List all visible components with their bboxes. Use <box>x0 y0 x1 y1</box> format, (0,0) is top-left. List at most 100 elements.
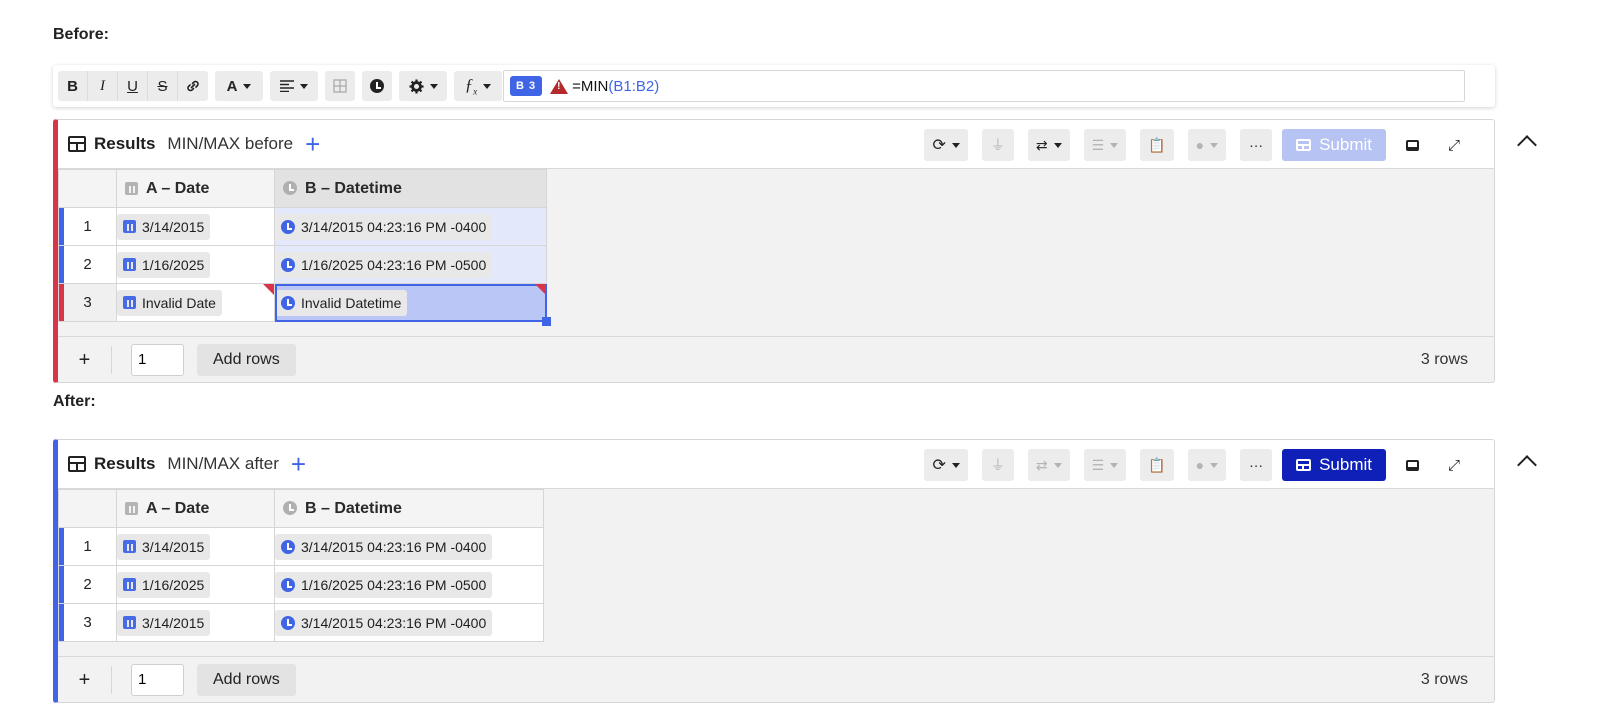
lightbulb-icon: ● <box>1195 137 1205 153</box>
datetime-chip: 1/16/2025 04:23:16 PM -0500 <box>275 571 493 598</box>
row-number[interactable]: 1 <box>58 207 117 246</box>
cell-b2[interactable]: 1/16/2025 04:23:16 PM -0500 <box>274 245 547 284</box>
cell-a1[interactable]: 3/14/2015 <box>116 207 275 246</box>
connect-button[interactable]: ⏚ <box>981 129 1014 161</box>
submit-button[interactable]: Submit <box>1282 449 1386 481</box>
bold-button[interactable]: B <box>58 71 88 101</box>
formula-bar[interactable]: B 3 =MIN(B1:B2) <box>503 70 1465 102</box>
dock-button[interactable] <box>1396 129 1428 161</box>
cell-value: 3/14/2015 <box>142 538 205 555</box>
format-toolbar: B I U S A ƒx B 3 =M <box>53 65 1495 107</box>
add-tab-icon[interactable]: + <box>291 451 306 477</box>
error-indicator <box>263 284 274 295</box>
clock-icon <box>370 79 384 93</box>
align-button[interactable] <box>270 71 318 101</box>
row-number[interactable]: 3 <box>58 283 117 322</box>
insights-button[interactable]: ● <box>1187 449 1227 481</box>
submit-button[interactable]: Submit <box>1282 129 1386 161</box>
expand-button[interactable]: ⤢ <box>1438 449 1470 481</box>
filter-button[interactable]: ☰ <box>1083 449 1127 481</box>
column-header-b[interactable]: B – Datetime <box>274 169 547 208</box>
row-number[interactable]: 1 <box>58 527 117 566</box>
strikethrough-button[interactable]: S <box>148 71 178 101</box>
row-number[interactable]: 2 <box>58 245 117 284</box>
panel-header: Results MIN/MAX before + ⟳ ⏚ ⇄ ☰ 📋 ● ···… <box>58 120 1494 169</box>
more-button[interactable]: ··· <box>1240 449 1273 481</box>
refresh-button[interactable]: ⟳ <box>924 449 968 481</box>
borders-button[interactable] <box>325 71 355 101</box>
chevron-down-icon <box>429 83 438 89</box>
more-button[interactable]: ··· <box>1240 129 1273 161</box>
cell-b1[interactable]: 3/14/2015 04:23:16 PM -0400 <box>274 207 547 246</box>
panel-name[interactable]: MIN/MAX after <box>167 454 278 474</box>
row-marker <box>59 566 64 603</box>
expand-button[interactable]: ⤢ <box>1438 129 1470 161</box>
column-header-a[interactable]: A – Date <box>116 169 275 208</box>
cell-b3[interactable]: Invalid Datetime <box>274 283 551 326</box>
expand-icon: ⤢ <box>1447 136 1460 154</box>
add-rows-button[interactable]: Add rows <box>197 343 296 376</box>
font-color-button[interactable]: A <box>215 71 263 101</box>
add-row-plus-button[interactable]: + <box>58 665 112 694</box>
chevron-down-icon <box>1210 142 1219 148</box>
dock-icon <box>1405 139 1419 151</box>
underline-button[interactable]: U <box>118 71 148 101</box>
column-header-b[interactable]: B – Datetime <box>274 489 544 528</box>
insights-button[interactable]: ● <box>1187 129 1227 161</box>
dock-button[interactable] <box>1396 449 1428 481</box>
corner-cell[interactable] <box>58 169 117 208</box>
rows-count-input[interactable] <box>131 663 184 696</box>
dock-icon <box>1405 459 1419 471</box>
collapse-icon[interactable] <box>1517 135 1537 155</box>
settings-button[interactable] <box>399 71 447 101</box>
calendar-icon <box>125 501 138 515</box>
datetime-format-button[interactable] <box>362 71 392 101</box>
cell-b1[interactable]: 3/14/2015 04:23:16 PM -0400 <box>274 527 544 566</box>
add-row-plus-button[interactable]: + <box>58 345 112 374</box>
table-row: 3 3/14/2015 3/14/2015 04:23:16 PM -0400 <box>58 603 544 642</box>
transform-button[interactable]: ⇄ <box>1027 449 1070 481</box>
clipboard-icon: 📋 <box>1148 136 1166 153</box>
cell-a1[interactable]: 3/14/2015 <box>116 527 275 566</box>
panel-name[interactable]: MIN/MAX before <box>167 134 293 154</box>
date-chip: Invalid Date <box>117 289 222 316</box>
cell-value: Invalid Datetime <box>301 294 402 311</box>
panel-title: Results <box>94 454 156 473</box>
cell-value: 3/14/2015 <box>142 218 205 235</box>
row-number-label: 1 <box>83 218 92 235</box>
row-number-label: 1 <box>83 538 92 555</box>
clipboard-button[interactable]: 📋 <box>1140 449 1174 481</box>
refresh-button[interactable]: ⟳ <box>924 129 968 161</box>
connect-button[interactable]: ⏚ <box>981 449 1014 481</box>
rows-count-input[interactable] <box>131 343 184 376</box>
chevron-down-icon <box>1110 462 1119 468</box>
link-button[interactable] <box>178 71 208 101</box>
cell-a2[interactable]: 1/16/2025 <box>116 245 275 284</box>
add-tab-icon[interactable]: + <box>305 131 320 157</box>
table-row: 3 Invalid Date Invalid Datetime <box>58 283 551 326</box>
cell-a3[interactable]: Invalid Date <box>116 283 275 322</box>
row-number[interactable]: 3 <box>58 603 117 642</box>
cell-value: 1/16/2025 04:23:16 PM -0500 <box>301 576 487 593</box>
function-button[interactable]: ƒx <box>454 71 502 101</box>
clipboard-button[interactable]: 📋 <box>1140 129 1174 161</box>
transform-button[interactable]: ⇄ <box>1027 129 1070 161</box>
collapse-icon[interactable] <box>1517 455 1537 475</box>
panel-tools: ⟳ ⏚ ⇄ ☰ 📋 ● ··· Submit ⤢ <box>910 129 1470 161</box>
filter-button[interactable]: ☰ <box>1083 129 1127 161</box>
datetime-chip: 3/14/2015 04:23:16 PM -0400 <box>275 213 493 240</box>
formula-text: =MIN(B1:B2) <box>572 78 659 95</box>
align-group <box>270 71 318 101</box>
cell-b2[interactable]: 1/16/2025 04:23:16 PM -0500 <box>274 565 544 604</box>
clock-icon <box>283 180 297 195</box>
cell-a3[interactable]: 3/14/2015 <box>116 603 275 642</box>
cell-a2[interactable]: 1/16/2025 <box>116 565 275 604</box>
italic-button[interactable]: I <box>88 71 118 101</box>
corner-cell[interactable] <box>58 489 117 528</box>
link-icon <box>187 80 199 92</box>
row-number[interactable]: 2 <box>58 565 117 604</box>
column-header-a[interactable]: A – Date <box>116 489 275 528</box>
fill-handle[interactable] <box>542 317 551 326</box>
add-rows-button[interactable]: Add rows <box>197 663 296 696</box>
cell-b3[interactable]: 3/14/2015 04:23:16 PM -0400 <box>274 603 544 642</box>
